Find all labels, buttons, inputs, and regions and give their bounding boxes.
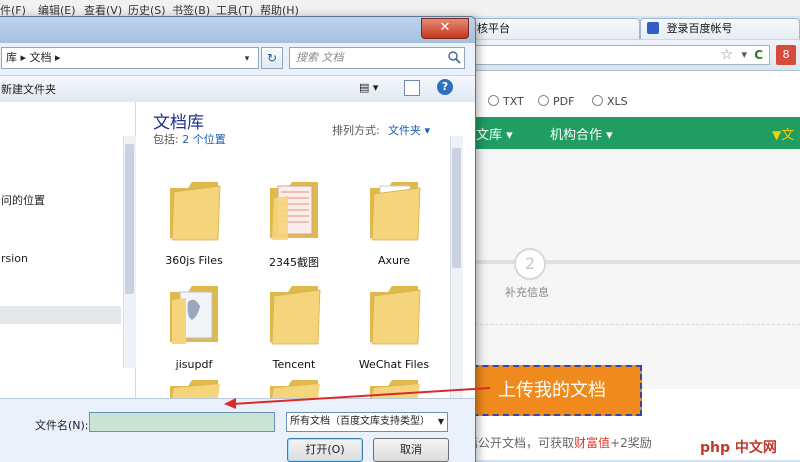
chevron-down-icon[interactable]: ▼ — [435, 413, 447, 431]
paw-icon — [647, 22, 659, 34]
nav-vip[interactable]: ▼文 — [772, 124, 794, 143]
browser-menubar: 件(F) 编辑(E) 查看(V) 历史(S) 书签(B) 工具(T) 帮助(H) — [0, 0, 800, 17]
star-icon[interactable]: ☆ — [720, 47, 733, 63]
folder-icon — [270, 286, 321, 345]
hint-text: 篇公开文档，可获取 — [466, 436, 575, 450]
tab-label: 核平台 — [477, 22, 510, 35]
folder-label: 360js Files — [165, 254, 223, 267]
tab-baidu-login[interactable]: 登录百度帐号 — [640, 18, 800, 39]
nav-vip-label: 文 — [781, 128, 795, 143]
folder-icon — [170, 182, 221, 241]
tab-review-platform[interactable]: 核平台 — [470, 18, 640, 39]
format-label: TXT — [503, 95, 524, 108]
nav-wenku[interactable]: 文库 ▾ — [476, 124, 513, 143]
filetype-value: 所有文档（百度文库支持类型） — [290, 416, 430, 427]
address-bar[interactable]: 库 ▸ 文档 ▸ ▾ — [1, 47, 259, 69]
refresh-icon[interactable]: C — [754, 48, 763, 62]
scrollbar-thumb[interactable] — [125, 144, 134, 294]
open-button[interactable]: 打开(O) — [287, 438, 363, 462]
folder-with-images-icon — [270, 182, 318, 240]
folder-icon — [370, 182, 421, 241]
vip-icon: ▼ — [772, 128, 782, 142]
library-title: 文档库 — [153, 113, 204, 133]
dialog-titlebar[interactable]: ✕ — [0, 17, 475, 43]
watermark-logo: php 中文网 — [700, 440, 777, 456]
nav-item-recent-places[interactable]: 问的位置 — [1, 192, 45, 208]
breadcrumb[interactable]: 库 ▸ 文档 ▸ — [2, 51, 61, 64]
command-bar: 新建文件夹 ▤ ▾ ? — [0, 75, 475, 103]
format-xls-option[interactable]: XLS — [592, 95, 628, 108]
file-list-pane: 文档库 包括: 2 个位置 排列方式: 文件夹 ▾ 360js Files 23… — [136, 102, 475, 398]
chevron-down-icon[interactable]: ▾ — [232, 48, 262, 70]
step-label: 补充信息 — [505, 286, 549, 299]
scrollbar-thumb[interactable] — [452, 148, 461, 268]
close-button[interactable]: ✕ — [421, 18, 469, 39]
filename-label: 文件名(N): — [35, 419, 89, 432]
nav-item-version[interactable]: rsion — [1, 252, 28, 265]
new-folder-button[interactable]: 新建文件夹 — [1, 81, 56, 97]
cancel-button[interactable]: 取消 — [373, 438, 449, 462]
address-row: 库 ▸ 文档 ▸ ▾ ↻ 搜索 文档 — [0, 47, 475, 71]
filetype-select[interactable]: 所有文档（百度文库支持类型） ▼ — [286, 412, 448, 432]
folder-label: jisupdf — [175, 358, 213, 371]
search-input[interactable]: 搜索 文档 — [289, 47, 465, 69]
radio-icon — [592, 95, 603, 106]
annotation-arrow-icon — [224, 387, 491, 409]
help-icon[interactable]: ? — [437, 79, 453, 95]
format-label: XLS — [607, 95, 628, 108]
folder-with-document-icon — [170, 286, 218, 344]
file-scrollbar[interactable] — [450, 136, 463, 398]
step-number: 2 — [514, 248, 546, 280]
library-includes: 包括: 2 个位置 — [153, 131, 226, 147]
includes-label: 包括: — [153, 133, 179, 146]
filename-input[interactable]: ▼ — [89, 412, 364, 432]
refresh-icon[interactable]: ↻ — [261, 47, 283, 69]
folder-icon — [170, 380, 220, 398]
view-options-button[interactable]: ▤ ▾ — [359, 81, 389, 97]
nav-scrollbar[interactable] — [123, 136, 136, 368]
nav-item-selected[interactable] — [0, 306, 121, 324]
reward-hint: 篇公开文档，可获取财富值+2奖励 — [466, 434, 652, 451]
folder-label: WeChat Files — [358, 358, 430, 371]
folder-icon — [370, 286, 421, 345]
format-pdf-option[interactable]: PDF — [538, 95, 574, 108]
folder-label: Axure — [377, 254, 411, 267]
url-bar[interactable]: ☆ ▾ C — [470, 45, 770, 65]
preview-pane-icon[interactable] — [404, 80, 420, 96]
sort-label: 排列方式: — [332, 124, 380, 137]
navigation-pane: 问的位置 rsion — [0, 102, 136, 398]
format-label: PDF — [553, 95, 575, 108]
nav-institution[interactable]: 机构合作 ▾ — [550, 124, 613, 143]
includes-locations-link[interactable]: 2 个位置 — [182, 133, 226, 146]
radio-icon — [488, 95, 499, 106]
url-dropdown-icon[interactable]: ▾ — [741, 48, 747, 61]
search-icon[interactable] — [447, 50, 461, 64]
hint-text-end: +2奖励 — [610, 436, 652, 450]
tab-label: 登录百度帐号 — [666, 22, 733, 35]
sort-dropdown[interactable]: 文件夹 ▾ — [388, 122, 430, 138]
divider — [470, 324, 800, 325]
radio-icon — [538, 95, 549, 106]
folder-label: Tencent — [272, 358, 316, 371]
format-txt-option[interactable]: TXT — [488, 95, 524, 108]
google-icon[interactable]: 8 — [776, 45, 796, 65]
hint-highlight: 财富值 — [574, 436, 611, 450]
folder-label: 2345截图 — [269, 256, 319, 269]
